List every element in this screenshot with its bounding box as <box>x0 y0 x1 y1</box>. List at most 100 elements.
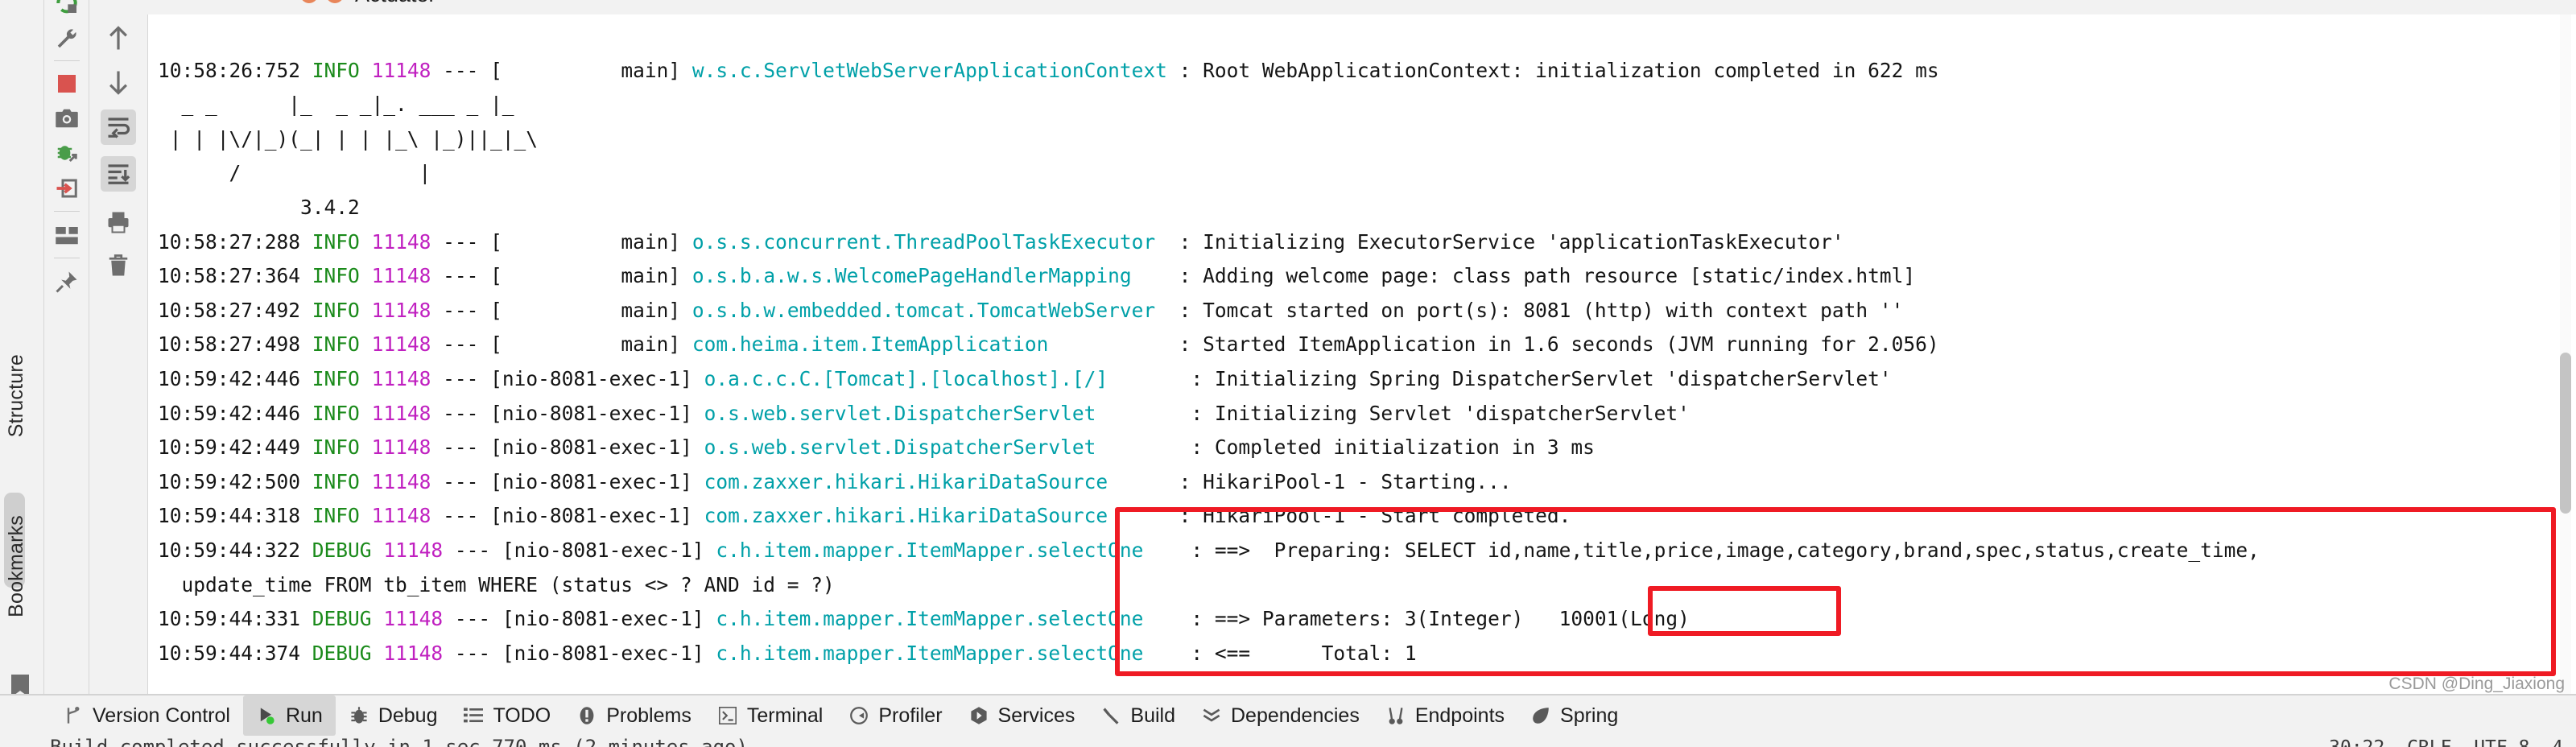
log-logger: o.s.b.w.embedded.tomcat.TomcatWebServer <box>691 298 1156 322</box>
log-timestamp: 10:59:42:449 <box>158 435 301 460</box>
console-output-panel[interactable]: 10:58:26:752 INFO 11148 --- [ main] w.s.… <box>148 14 2576 695</box>
log-message: : Initializing ExecutorService 'applicat… <box>1179 229 1844 254</box>
log-message: : Initializing Servlet 'dispatcherServle… <box>1191 401 1690 425</box>
log-thread: main] <box>502 332 681 357</box>
layout-icon <box>56 227 78 245</box>
log-message: : <== Total: 1 <box>1191 641 1417 665</box>
screenshot-button[interactable] <box>51 102 83 134</box>
sidebar-item-build[interactable]: Build <box>1088 695 1188 736</box>
log-thread: nio-8081-exec-1] <box>502 504 692 528</box>
scroll-down-button[interactable] <box>101 64 136 100</box>
log-timestamp: 10:58:27:492 <box>158 298 301 322</box>
sidebar-item-terminal[interactable]: Terminal <box>704 695 836 736</box>
rerun-icon-glyph <box>56 0 77 14</box>
console-log-text: 10:58:26:752 INFO 11148 --- [ main] w.s.… <box>148 14 2260 695</box>
log-logger: o.s.web.servlet.DispatcherServlet <box>704 401 1096 425</box>
terminal-icon <box>717 705 738 726</box>
toolbar-divider-2 <box>54 211 80 212</box>
log-line: 10:58:27:498 INFO 11148 --- [ main] com.… <box>158 332 1939 357</box>
scroll-to-end-button[interactable] <box>101 156 136 192</box>
sidebar-item-bookmarks[interactable]: Bookmarks <box>5 515 28 617</box>
log-pid: 11148 <box>371 435 431 460</box>
log-line: 10:59:42:446 INFO 11148 --- [nio-8081-ex… <box>158 401 1690 425</box>
log-line: 10:59:42:500 INFO 11148 --- [nio-8081-ex… <box>158 469 1512 493</box>
sidebar-item-label: Spring <box>1560 704 1619 727</box>
sidebar-item-todo[interactable]: TODO <box>450 695 564 736</box>
log-level: INFO <box>312 229 360 254</box>
watermark-text: CSDN @Ding_Jiaxiong <box>2388 675 2565 693</box>
tab-actuator[interactable]: Actuator <box>355 0 436 7</box>
profiler-icon <box>848 705 869 726</box>
settings-wrench-icon[interactable] <box>51 23 83 55</box>
log-logger: o.s.web.servlet.DispatcherServlet <box>704 435 1096 460</box>
console-scrollbar-thumb[interactable] <box>2560 353 2571 514</box>
log-pid: 11148 <box>371 366 431 390</box>
indent-size[interactable]: 4 <box>2552 737 2563 747</box>
debug-bug-icon <box>57 146 77 163</box>
print-button[interactable] <box>101 204 136 240</box>
trash-icon <box>109 254 128 276</box>
caret-position[interactable]: 30:22 <box>2329 737 2384 747</box>
toolbar-divider-1 <box>54 60 80 61</box>
log-line: 10:59:44:331 DEBUG 11148 --- [nio-8081-e… <box>158 607 1690 631</box>
sidebar-item-run[interactable]: Run <box>242 695 336 736</box>
sidebar-item-spring[interactable]: Spring <box>1517 695 1631 736</box>
rerun-icon[interactable] <box>51 0 83 19</box>
sidebar-item-problems[interactable]: Problems <box>564 695 704 736</box>
build-status-text: Build completed successfully in 1 sec 77… <box>50 736 748 747</box>
sidebar-item-label: Version Control <box>93 704 230 727</box>
log-logger: o.a.c.c.C.[Tomcat].[localhost].[/] <box>704 366 1108 390</box>
spring-banner-line: | | |\/|_)(_| | | |_\ |_)||_|_\ <box>158 126 539 151</box>
log-timestamp: 10:58:26:752 <box>158 58 301 82</box>
attach-debugger-button[interactable] <box>51 137 83 169</box>
sidebar-item-debug[interactable]: Debug <box>336 695 451 736</box>
log-pid: 11148 <box>371 332 431 357</box>
log-message-continuation: update_time FROM tb_item WHERE (status <… <box>158 572 835 596</box>
log-level: INFO <box>312 435 360 460</box>
sidebar-item-services[interactable]: Services <box>956 695 1088 736</box>
log-line: 10:58:27:492 INFO 11148 --- [ main] o.s.… <box>158 298 1904 322</box>
spring-banner-line: / | <box>158 161 431 185</box>
scroll-up-button[interactable] <box>101 21 136 56</box>
log-logger: c.h.item.mapper.ItemMapper.selectOne <box>716 607 1144 631</box>
sidebar-item-endpoints[interactable]: Endpoints <box>1373 695 1517 736</box>
file-encoding[interactable]: UTF-8 <box>2474 737 2529 747</box>
line-separator[interactable]: CRLF <box>2407 737 2451 747</box>
console-side-toolbar <box>89 14 148 708</box>
open-in-editor-button[interactable] <box>51 172 83 204</box>
log-message: : HikariPool-1 - Starting... <box>1179 469 1512 493</box>
log-line: 10:59:44:322 DEBUG 11148 --- [nio-8081-e… <box>158 538 2260 562</box>
log-line: 10:58:27:288 INFO 11148 --- [ main] o.s.… <box>158 229 1844 254</box>
editor-status-indicators[interactable]: 30:22 CRLF UTF-8 4 <box>2329 737 2563 747</box>
tool-window-buttons: Version Control Run Debug TODO Problems … <box>50 695 1631 736</box>
log-pid: 11148 <box>383 641 444 665</box>
sidebar-item-version-control[interactable]: Version Control <box>50 695 243 736</box>
log-pid: 11148 <box>371 401 431 425</box>
log-thread: nio-8081-exec-1] <box>502 366 692 390</box>
clear-all-button[interactable] <box>101 248 136 283</box>
sidebar-item-label: Terminal <box>746 704 824 727</box>
sidebar-item-label: TODO <box>493 704 551 727</box>
log-pid: 11148 <box>371 264 431 288</box>
problems-icon <box>576 705 597 726</box>
layout-settings-button[interactable] <box>51 219 83 251</box>
log-level: DEBUG <box>312 607 372 631</box>
log-level: INFO <box>312 504 360 528</box>
left-tool-rail: Structure Bookmarks <box>0 0 44 708</box>
log-thread: nio-8081-exec-1] <box>502 401 692 425</box>
sidebar-item-dependencies[interactable]: Dependencies <box>1188 695 1373 736</box>
log-timestamp: 10:59:42:500 <box>158 469 301 493</box>
build-hammer-icon <box>1100 705 1121 726</box>
log-pid: 11148 <box>383 607 444 631</box>
pin-tab-button[interactable] <box>51 266 83 298</box>
soft-wrap-button[interactable] <box>101 109 136 145</box>
soft-wrap-icon <box>108 118 130 138</box>
sidebar-item-profiler[interactable]: Profiler <box>836 695 955 736</box>
spring-version-line: 3.4.2 <box>158 195 360 219</box>
sidebar-item-label: Endpoints <box>1414 704 1505 727</box>
arrow-up-icon <box>109 26 127 50</box>
log-message: : Tomcat started on port(s): 8081 (http)… <box>1179 298 1904 322</box>
log-thread: main] <box>502 58 681 82</box>
sidebar-item-structure[interactable]: Structure <box>5 354 28 437</box>
stop-button[interactable] <box>51 68 83 100</box>
